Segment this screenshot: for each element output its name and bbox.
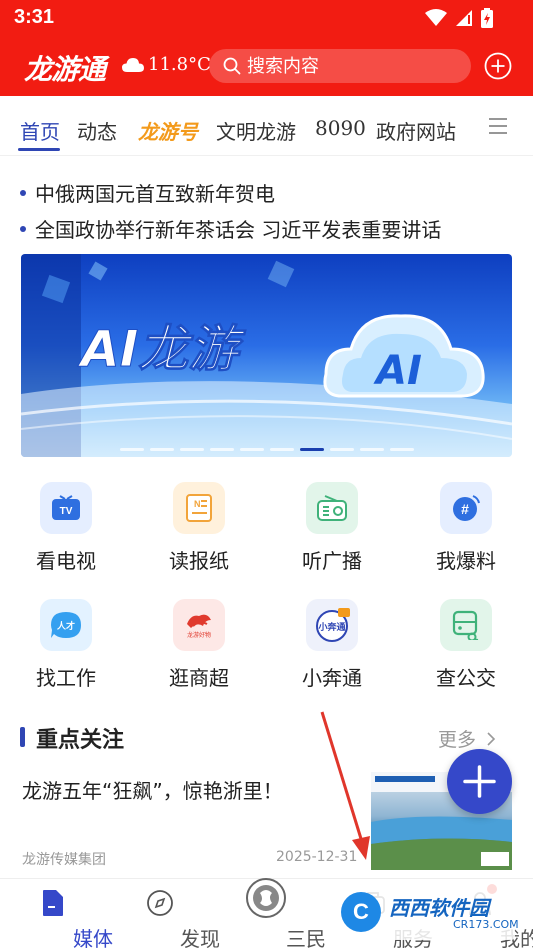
carousel-dot[interactable] (389, 448, 414, 451)
service-label: 查公交 (436, 666, 496, 690)
article-source: 龙游传媒集团 (22, 852, 106, 868)
service-bus[interactable]: 查公交 (421, 599, 511, 691)
bus-icon (440, 599, 492, 651)
service-label: 看电视 (36, 549, 96, 573)
bullet-dot (20, 225, 26, 232)
app-logo: 龙游通 (24, 53, 106, 86)
headline-item[interactable]: 中俄两国元首互致新年贺电 (20, 178, 275, 207)
carousel-dot[interactable] (209, 448, 234, 451)
radio-icon (306, 482, 358, 534)
compass-icon (147, 890, 173, 916)
service-report[interactable]: # 我爆料 (421, 482, 511, 574)
add-circle-icon[interactable] (484, 52, 512, 80)
carousel-dot[interactable] (239, 448, 264, 451)
menu-icon[interactable] (487, 117, 509, 135)
tab-longyouhao[interactable]: 龙游号 (138, 116, 198, 145)
service-listen-radio[interactable]: 听广播 (287, 482, 377, 574)
bullet-dot (20, 189, 26, 196)
tv-icon: TV (40, 482, 92, 534)
banner-cloud-label: AI (373, 348, 422, 394)
service-label: 小奔通 (302, 666, 362, 690)
service-label: 逛商超 (169, 666, 229, 690)
service-watch-tv[interactable]: TV 看电视 (21, 482, 111, 574)
annotation-arrow (320, 711, 370, 860)
xiaobentong-icon: 小奔通 (306, 599, 358, 651)
section-marker (20, 727, 25, 747)
headline-text: 中俄两国元首互致新年贺电 (35, 182, 275, 206)
banner-carousel[interactable]: AI龙游 AI (21, 254, 512, 457)
chevron-right-icon (487, 732, 496, 746)
carousel-dot-active[interactable] (299, 448, 324, 451)
service-find-job[interactable]: 人才 找工作 (21, 599, 111, 691)
service-label: 我爆料 (436, 549, 496, 573)
cloud-icon (122, 57, 144, 72)
job-icon: 人才 (40, 599, 92, 651)
banner-artwork: AI龙游 AI (21, 254, 512, 457)
active-tab-indicator (18, 148, 60, 151)
battery-icon (481, 8, 493, 28)
svg-text:龙游好物: 龙游好物 (187, 631, 211, 639)
media-icon (43, 890, 63, 916)
svg-text:C: C (353, 899, 369, 924)
carousel-dot[interactable] (119, 448, 144, 451)
floating-add-button[interactable] (447, 749, 512, 814)
article-title[interactable]: 龙游五年“狂飙”，惊艳浙里！ (22, 775, 283, 804)
svg-text:人才: 人才 (56, 620, 75, 632)
tab-8090[interactable]: 8090 (315, 116, 366, 140)
svg-text:N: N (194, 499, 201, 509)
service-label: 听广播 (302, 549, 362, 573)
weather-temperature: 11.8°C (148, 54, 211, 75)
newspaper-icon: N (173, 482, 225, 534)
plus-icon (463, 765, 496, 798)
more-link[interactable]: 更多 (438, 725, 496, 752)
service-xiaobentong[interactable]: 小奔通 小奔通 (287, 599, 377, 691)
carousel-dot[interactable] (329, 448, 354, 451)
carousel-dot[interactable] (179, 448, 204, 451)
svg-text:#: # (461, 501, 469, 517)
sanmin-icon (246, 878, 286, 918)
section-title: 重点关注 (36, 728, 125, 753)
service-label: 读报纸 (169, 549, 229, 573)
watermark-subtext: CR173.COM (453, 918, 519, 931)
tab-civilized-longyou[interactable]: 文明龙游 (216, 116, 296, 145)
tab-news[interactable]: 动态 (77, 116, 117, 145)
shopping-icon: 龙游好物 (173, 599, 225, 651)
carousel-dot[interactable] (359, 448, 384, 451)
app-header: 龙游通 11.8°C (0, 40, 533, 92)
service-shopping[interactable]: 龙游好物 逛商超 (154, 599, 244, 691)
nav-label: 发现 (180, 927, 220, 948)
carousel-indicator (21, 448, 512, 451)
weather-widget[interactable]: 11.8°C (122, 54, 211, 75)
report-icon: # (440, 482, 492, 534)
tab-government-site[interactable]: 政府网站 (376, 116, 456, 145)
tab-home[interactable]: 首页 (20, 116, 60, 145)
status-time: 3:31 (14, 6, 55, 28)
watermark-text: 西西软件园 (389, 896, 489, 920)
search-box[interactable] (209, 49, 471, 83)
banner-title: AI龙游 (77, 320, 246, 378)
carousel-dot[interactable] (149, 448, 174, 451)
svg-text:小奔通: 小奔通 (317, 621, 345, 633)
watermark: C 西西软件园 CR173.COM (333, 884, 519, 940)
service-label: 找工作 (36, 666, 96, 690)
watermark-logo: C (341, 892, 381, 932)
signal-icon (456, 10, 472, 26)
carousel-dot[interactable] (269, 448, 294, 451)
category-tabs: 首页 动态 龙游号 文明龙游 8090 政府网站 (0, 96, 533, 156)
status-bar: 3:31 (0, 0, 533, 36)
headline-text: 全国政协举行新年茶话会 习近平发表重要讲话 (35, 218, 442, 242)
svg-text:TV: TV (60, 506, 73, 517)
nav-label: 媒体 (73, 927, 113, 948)
status-icons (425, 8, 493, 28)
search-input[interactable] (247, 55, 457, 77)
wifi-icon (425, 9, 447, 26)
service-read-newspaper[interactable]: N 读报纸 (154, 482, 244, 574)
more-label: 更多 (438, 729, 477, 751)
search-icon (223, 57, 241, 75)
headline-item[interactable]: 全国政协举行新年茶话会 习近平发表重要讲话 (20, 214, 441, 243)
